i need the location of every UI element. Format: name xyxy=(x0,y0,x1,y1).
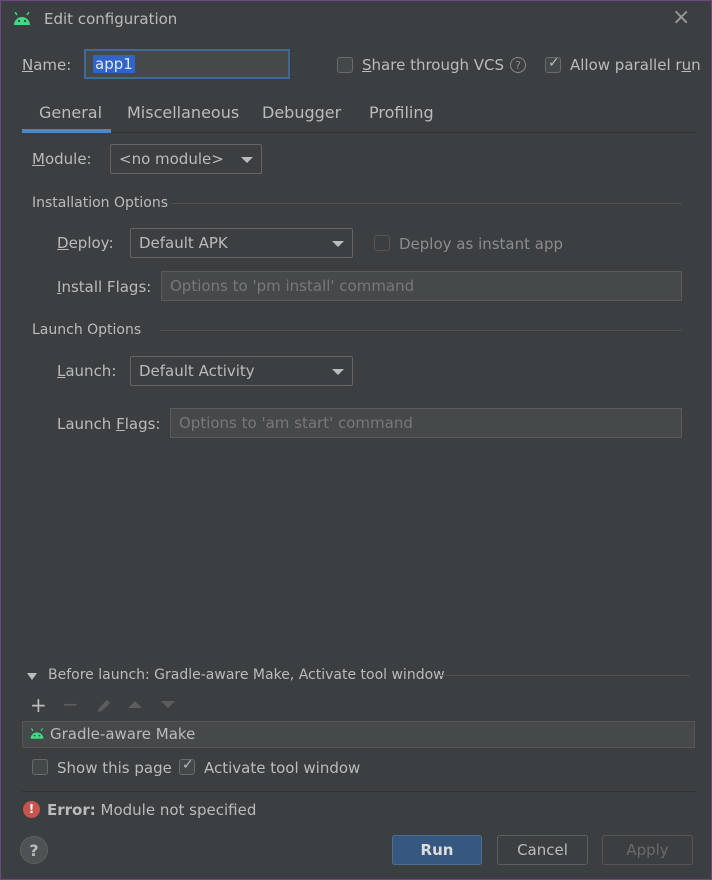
share-vcs-label: Share through VCS xyxy=(362,56,505,74)
instant-app-checkbox[interactable] xyxy=(374,235,390,251)
launch-select[interactable]: Default Activity xyxy=(130,356,353,386)
tab-profiling[interactable]: Profiling xyxy=(369,103,434,122)
chevron-down-icon xyxy=(332,241,344,247)
deploy-select[interactable]: Default APK xyxy=(130,228,353,258)
show-page-label: Show this page xyxy=(57,759,172,777)
before-launch-title[interactable]: Before launch: Gradle-aware Make, Activa… xyxy=(48,667,445,683)
apply-button[interactable]: Apply xyxy=(602,835,693,865)
activate-tool-window-checkbox[interactable]: ✓ xyxy=(179,757,195,775)
divider xyxy=(22,791,695,792)
share-vcs-checkbox[interactable] xyxy=(337,57,353,73)
install-flags-placeholder: Options to 'pm install' command xyxy=(170,277,415,295)
deploy-value: Default APK xyxy=(139,234,228,252)
error-message: Error: Module not specified xyxy=(47,801,256,819)
activate-tool-window-label: Activate tool window xyxy=(204,759,361,777)
checkmark-icon: ✓ xyxy=(182,757,194,773)
tab-separator xyxy=(22,132,695,133)
active-tab-indicator xyxy=(22,129,111,133)
collapse-arrow-icon[interactable] xyxy=(27,673,37,680)
launch-flags-label: Launch Flags: xyxy=(57,415,161,433)
launch-label: Launch: xyxy=(57,362,117,380)
move-up-icon[interactable] xyxy=(128,701,142,708)
section-divider xyxy=(438,675,690,676)
launch-flags-input[interactable]: Options to 'am start' command xyxy=(170,408,682,438)
section-divider xyxy=(172,203,682,204)
tab-miscellaneous[interactable]: Miscellaneous xyxy=(127,103,239,122)
checkmark-icon: ✓ xyxy=(548,55,560,71)
deploy-label: Deploy: xyxy=(57,234,114,252)
launch-flags-placeholder: Options to 'am start' command xyxy=(179,414,413,432)
move-down-icon[interactable] xyxy=(161,701,175,708)
question-icon[interactable]: ? xyxy=(510,57,526,73)
name-label: Name: xyxy=(22,56,72,74)
name-input[interactable]: app1 xyxy=(84,49,290,79)
instant-app-label: Deploy as instant app xyxy=(399,235,564,253)
chevron-down-icon xyxy=(332,369,344,375)
install-flags-input[interactable]: Options to 'pm install' command xyxy=(161,271,682,301)
show-page-checkbox[interactable] xyxy=(32,759,48,775)
error-icon: ! xyxy=(23,801,40,818)
list-item[interactable]: Gradle-aware Make xyxy=(22,721,695,748)
tab-general[interactable]: General xyxy=(39,103,102,122)
add-icon[interactable]: + xyxy=(30,695,47,715)
android-icon xyxy=(30,728,44,739)
run-button[interactable]: Run xyxy=(392,835,482,865)
launch-value: Default Activity xyxy=(139,362,255,380)
section-divider xyxy=(160,330,682,331)
edit-icon[interactable] xyxy=(95,697,113,715)
tab-debugger[interactable]: Debugger xyxy=(262,103,341,122)
task-label: Gradle-aware Make xyxy=(50,725,196,743)
allow-parallel-label: Allow parallel run xyxy=(570,56,701,74)
module-value: <no module> xyxy=(119,150,224,168)
window-title: Edit configuration xyxy=(44,10,178,28)
name-value: app1 xyxy=(93,55,135,73)
allow-parallel-checkbox[interactable]: ✓ xyxy=(545,55,561,73)
error-text: Module not specified xyxy=(100,801,257,819)
module-label: Module: xyxy=(32,150,92,168)
error-prefix: Error: xyxy=(47,801,96,819)
module-select[interactable]: <no module> xyxy=(110,144,262,174)
launch-section-title: Launch Options xyxy=(32,322,142,338)
remove-icon[interactable]: − xyxy=(62,694,79,714)
installation-section-title: Installation Options xyxy=(32,195,169,211)
help-button[interactable]: ? xyxy=(20,836,48,864)
close-icon[interactable]: × xyxy=(672,7,690,29)
cancel-button[interactable]: Cancel xyxy=(497,835,588,865)
chevron-down-icon xyxy=(241,157,253,163)
android-icon xyxy=(14,12,30,25)
install-flags-label: Install Flags: xyxy=(57,278,152,296)
